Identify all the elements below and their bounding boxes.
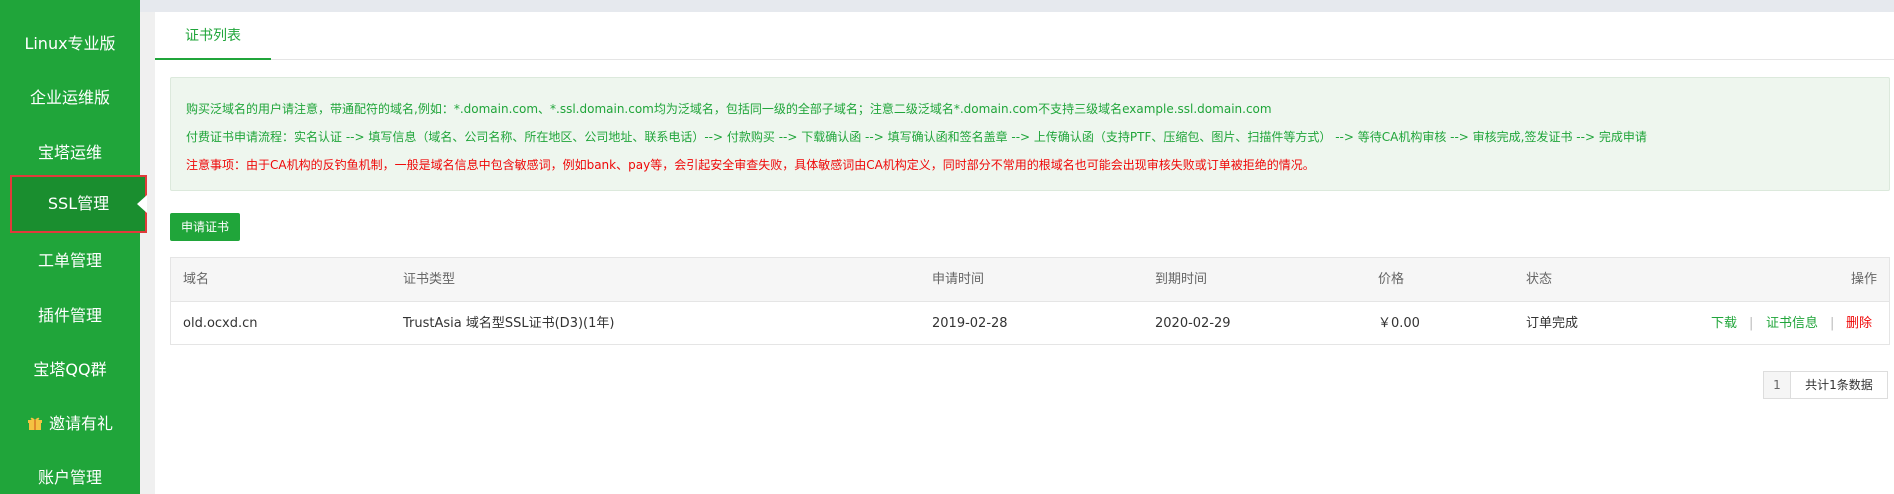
sidebar-item-label: SSL管理: [47, 194, 110, 213]
sidebar-item-qq-group[interactable]: 宝塔QQ群: [0, 343, 140, 397]
sidebar-item-label: 企业运维版: [29, 88, 110, 107]
notice-process: 付费证书申请流程：实名认证 --> 填写信息（域名、公司名称、所在地区、公司地址…: [186, 130, 1647, 144]
table-row: old.ocxd.cn TrustAsia 域名型SSL证书(D3)(1年) 2…: [171, 302, 1889, 345]
sidebar-item-label: Linux专业版: [24, 34, 116, 53]
cell-type: TrustAsia 域名型SSL证书(D3)(1年): [403, 316, 615, 331]
cert-table: 域名 证书类型 申请时间 到期时间 价格 状态 操作 old.ocxd.cn T…: [170, 257, 1890, 345]
sidebar-item-label: 账户管理: [37, 468, 102, 487]
notice-warning: 注意事项：由于CA机构的反钓鱼机制，一般是域名信息中包含敏感词，例如bank、p…: [186, 158, 1315, 172]
action-separator: |: [1749, 316, 1754, 331]
sidebar-item-account[interactable]: 账户管理: [0, 451, 140, 494]
pager-total: 共计1条数据: [1790, 371, 1888, 399]
apply-cert-button[interactable]: 申请证书: [170, 213, 240, 241]
header-status: 状态: [1526, 272, 1553, 287]
table-header: 域名 证书类型 申请时间 到期时间 价格 状态 操作: [171, 258, 1889, 302]
pager-current-page[interactable]: 1: [1763, 371, 1791, 399]
cell-price: ￥0.00: [1378, 316, 1420, 331]
cell-apply-time: 2019-02-28: [932, 316, 1008, 331]
action-separator: |: [1830, 316, 1835, 331]
sidebar-item-linux-pro[interactable]: Linux专业版: [0, 17, 140, 71]
gift-icon: [27, 417, 42, 430]
header-domain: 域名: [183, 272, 210, 287]
header-type: 证书类型: [403, 272, 456, 287]
header-actions: 操作: [1850, 272, 1877, 287]
cell-expire-time: 2020-02-29: [1155, 316, 1231, 331]
header-apply-time: 申请时间: [932, 272, 985, 287]
header-expire-time: 到期时间: [1155, 272, 1208, 287]
sidebar-item-label: 宝塔QQ群: [33, 360, 107, 379]
download-link[interactable]: 下载: [1711, 302, 1737, 345]
notice-box: 购买泛域名的用户请注意，带通配符的域名,例如：*.domain.com、*.ss…: [170, 77, 1890, 191]
sidebar-item-label: 插件管理: [37, 306, 102, 325]
delete-link[interactable]: 删除: [1846, 302, 1872, 345]
sidebar-item-label: 工单管理: [37, 251, 102, 270]
sidebar-item-label: 宝塔运维: [37, 143, 102, 162]
sidebar: Linux专业版 企业运维版 宝塔运维 SSL管理 工单管理 插件管理 宝塔QQ…: [0, 0, 147, 494]
tab-bar: 证书列表: [155, 12, 1894, 60]
tab-cert-list[interactable]: 证书列表: [155, 12, 271, 60]
cert-info-link[interactable]: 证书信息: [1766, 302, 1818, 345]
sidebar-item-enterprise-ops[interactable]: 企业运维版: [0, 71, 140, 125]
sidebar-item-label: 邀请有礼: [48, 414, 113, 433]
sidebar-item-tickets[interactable]: 工单管理: [0, 234, 140, 288]
sidebar-item-bt-ops[interactable]: 宝塔运维: [0, 126, 140, 180]
sidebar-item-invite[interactable]: 邀请有礼: [0, 397, 140, 451]
sidebar-item-plugins[interactable]: 插件管理: [0, 289, 140, 343]
cell-domain: old.ocxd.cn: [183, 316, 258, 331]
top-strip: [140, 0, 1894, 12]
notice-wildcard: 购买泛域名的用户请注意，带通配符的域名,例如：*.domain.com、*.ss…: [186, 102, 1272, 116]
cell-status: 订单完成: [1526, 316, 1579, 331]
sidebar-item-ssl[interactable]: SSL管理: [10, 175, 147, 233]
header-price: 价格: [1378, 272, 1405, 287]
